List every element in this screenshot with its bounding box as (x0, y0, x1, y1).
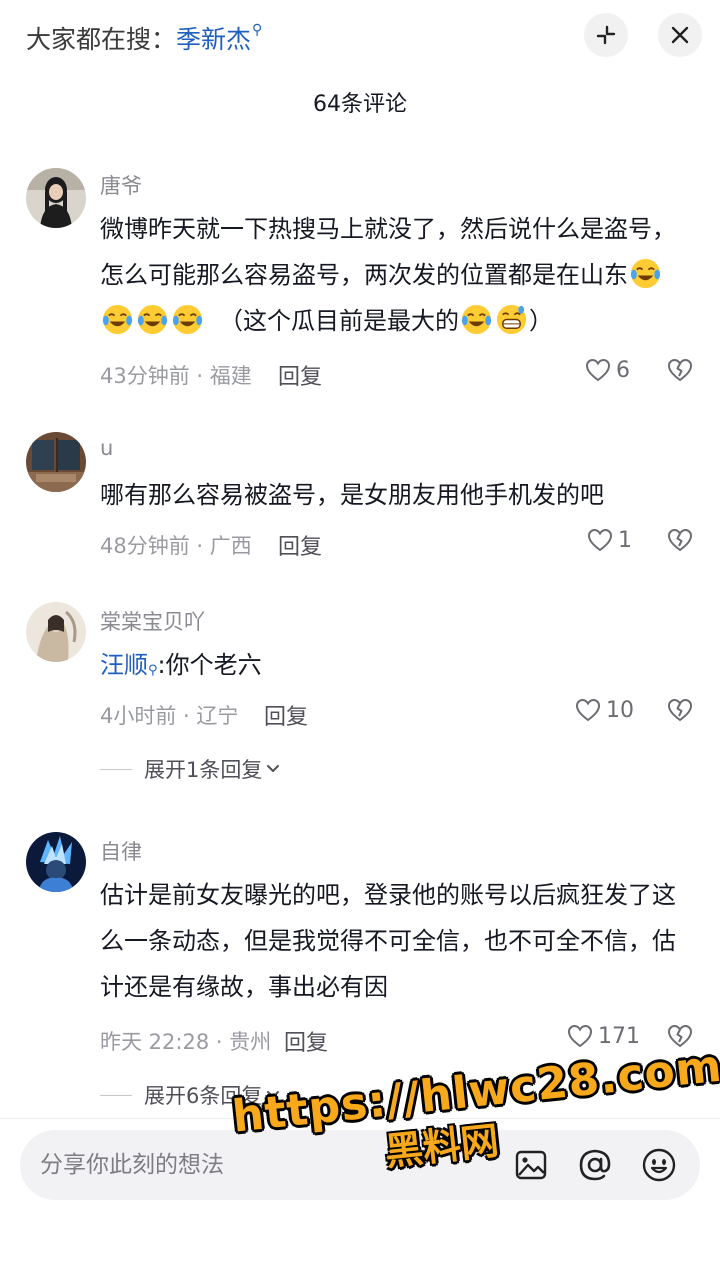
search-prefix: 大家都在搜： (26, 25, 177, 54)
dislike-button[interactable] (666, 1022, 694, 1054)
reply-button[interactable]: 回复 (264, 699, 308, 731)
image-icon (515, 1150, 547, 1180)
avatar[interactable] (26, 832, 86, 892)
heart-icon (585, 358, 611, 382)
chevron-down-icon (267, 1091, 280, 1098)
crying-laughing-emoji-icon (137, 304, 168, 335)
close-button[interactable] (658, 13, 702, 57)
reply-button[interactable]: 回复 (278, 529, 322, 561)
comment-item: u 哪有那么容易被盗号，是女朋友用他手机发的吧 48分钟前 · 广西 回复 1 (0, 430, 720, 570)
search-icon: ⚲ (148, 663, 158, 678)
like-count: 6 (616, 357, 630, 383)
comment-meta: 48分钟前 · 广西 (100, 534, 252, 558)
crying-laughing-emoji-icon (461, 304, 492, 335)
comment-meta: 4小时前 · 辽宁 (100, 704, 239, 728)
like-count: 1 (618, 527, 632, 553)
reply-button[interactable]: 回复 (284, 1025, 328, 1057)
comment-username[interactable]: 自律 (100, 836, 142, 866)
avatar[interactable] (26, 168, 86, 228)
divider (100, 768, 132, 770)
divider (0, 1118, 720, 1119)
expand-replies-label: 展开1条回复 (144, 758, 263, 782)
search-keyword[interactable]: 季新杰 (176, 25, 251, 54)
comment-text: 估计是前女友曝光的吧，登录他的账号以后疯狂发了这 么一条动态，但是我觉得不可全信… (100, 872, 680, 1010)
comment-text-line: ） (529, 307, 553, 335)
comment-text-line: 估计是前女友曝光的吧，登录他的账号以后疯狂发了这 (100, 881, 676, 909)
emoji-button[interactable] (640, 1146, 678, 1184)
crying-laughing-emoji-icon (630, 258, 661, 289)
comment-username[interactable]: 棠棠宝贝吖 (100, 606, 205, 636)
grimacing-sweat-emoji-icon (496, 304, 527, 335)
comment-username[interactable]: 唐爷 (100, 170, 142, 200)
search-suggestion[interactable]: 大家都在搜：季新杰⚲ (26, 20, 262, 56)
crying-laughing-emoji-icon (172, 304, 203, 335)
shrink-icon (596, 25, 616, 45)
heart-icon (567, 1024, 593, 1048)
search-icon: ⚲ (252, 22, 263, 38)
comment-text-line: （这个瓜目前是最大的 (219, 307, 459, 335)
comment-meta: 昨天 22:28 · 贵州 (100, 1030, 272, 1054)
like-count: 10 (606, 697, 634, 723)
mention-link[interactable]: 汪顺 (100, 651, 148, 679)
at-icon (579, 1149, 611, 1181)
top-bar: 大家都在搜：季新杰⚲ (0, 0, 720, 76)
broken-heart-icon (667, 698, 693, 722)
comment-text-line: 哪有那么容易被盗号，是女朋友用他手机发的吧 (100, 481, 604, 509)
comment-text: 微博昨天就一下热搜马上就没了，然后说什么是盗号， 怎么可能那么容易盗号，两次发的… (100, 206, 680, 344)
comment-item: 棠棠宝贝吖 汪顺⚲:你个老六 4小时前 · 辽宁 回复 10 展开1条回复 (0, 600, 720, 790)
comment-text-line: 微博昨天就一下热搜马上就没了，然后说什么是盗号， (100, 215, 676, 243)
crying-laughing-emoji-icon (102, 304, 133, 335)
heart-icon (587, 528, 613, 552)
like-button[interactable]: 10 (574, 696, 634, 724)
comment-input-bar (20, 1130, 700, 1200)
comment-text: 哪有那么容易被盗号，是女朋友用他手机发的吧 (100, 472, 680, 518)
reply-button[interactable]: 回复 (278, 359, 322, 391)
avatar[interactable] (26, 432, 86, 492)
comment-text-line: :你个老六 (157, 651, 262, 679)
image-button[interactable] (512, 1146, 550, 1184)
like-button[interactable]: 6 (584, 356, 630, 384)
shrink-button[interactable] (584, 13, 628, 57)
comment-text-line: 怎么可能那么容易盗号，两次发的位置都是在山东 (100, 261, 628, 289)
broken-heart-icon (667, 528, 693, 552)
expand-replies-label: 展开6条回复 (144, 1084, 263, 1108)
broken-heart-icon (667, 358, 693, 382)
broken-heart-icon (667, 1024, 693, 1048)
comment-text-line: 计还是有缘故，事出必有因 (100, 973, 388, 1001)
comment-meta: 43分钟前 · 福建 (100, 364, 252, 388)
like-button[interactable]: 1 (586, 526, 632, 554)
comment-text-line: 么一条动态，但是我觉得不可全信，也不可全不信，估 (100, 927, 676, 955)
close-icon (671, 26, 689, 44)
like-button[interactable]: 171 (566, 1022, 640, 1050)
dislike-button[interactable] (666, 526, 694, 558)
comment-item: 唐爷 微博昨天就一下热搜马上就没了，然后说什么是盗号， 怎么可能那么容易盗号，两… (0, 160, 720, 400)
comment-item: 自律 估计是前女友曝光的吧，登录他的账号以后疯狂发了这 么一条动态，但是我觉得不… (0, 830, 720, 1120)
avatar[interactable] (26, 602, 86, 662)
comment-username[interactable]: u (100, 436, 113, 460)
comment-input[interactable] (40, 1130, 420, 1200)
chevron-down-icon (267, 765, 280, 772)
emoji-icon (642, 1148, 676, 1182)
comment-text: 汪顺⚲:你个老六 (100, 642, 680, 688)
expand-replies-button[interactable]: 展开1条回复 (100, 754, 280, 784)
heart-icon (575, 698, 601, 722)
divider (100, 1094, 132, 1096)
expand-replies-button[interactable]: 展开6条回复 (100, 1080, 280, 1110)
like-count: 171 (598, 1023, 640, 1049)
mention-button[interactable] (576, 1146, 614, 1184)
comment-count: 64条评论 (313, 92, 407, 117)
dislike-button[interactable] (666, 356, 694, 388)
dislike-button[interactable] (666, 696, 694, 728)
